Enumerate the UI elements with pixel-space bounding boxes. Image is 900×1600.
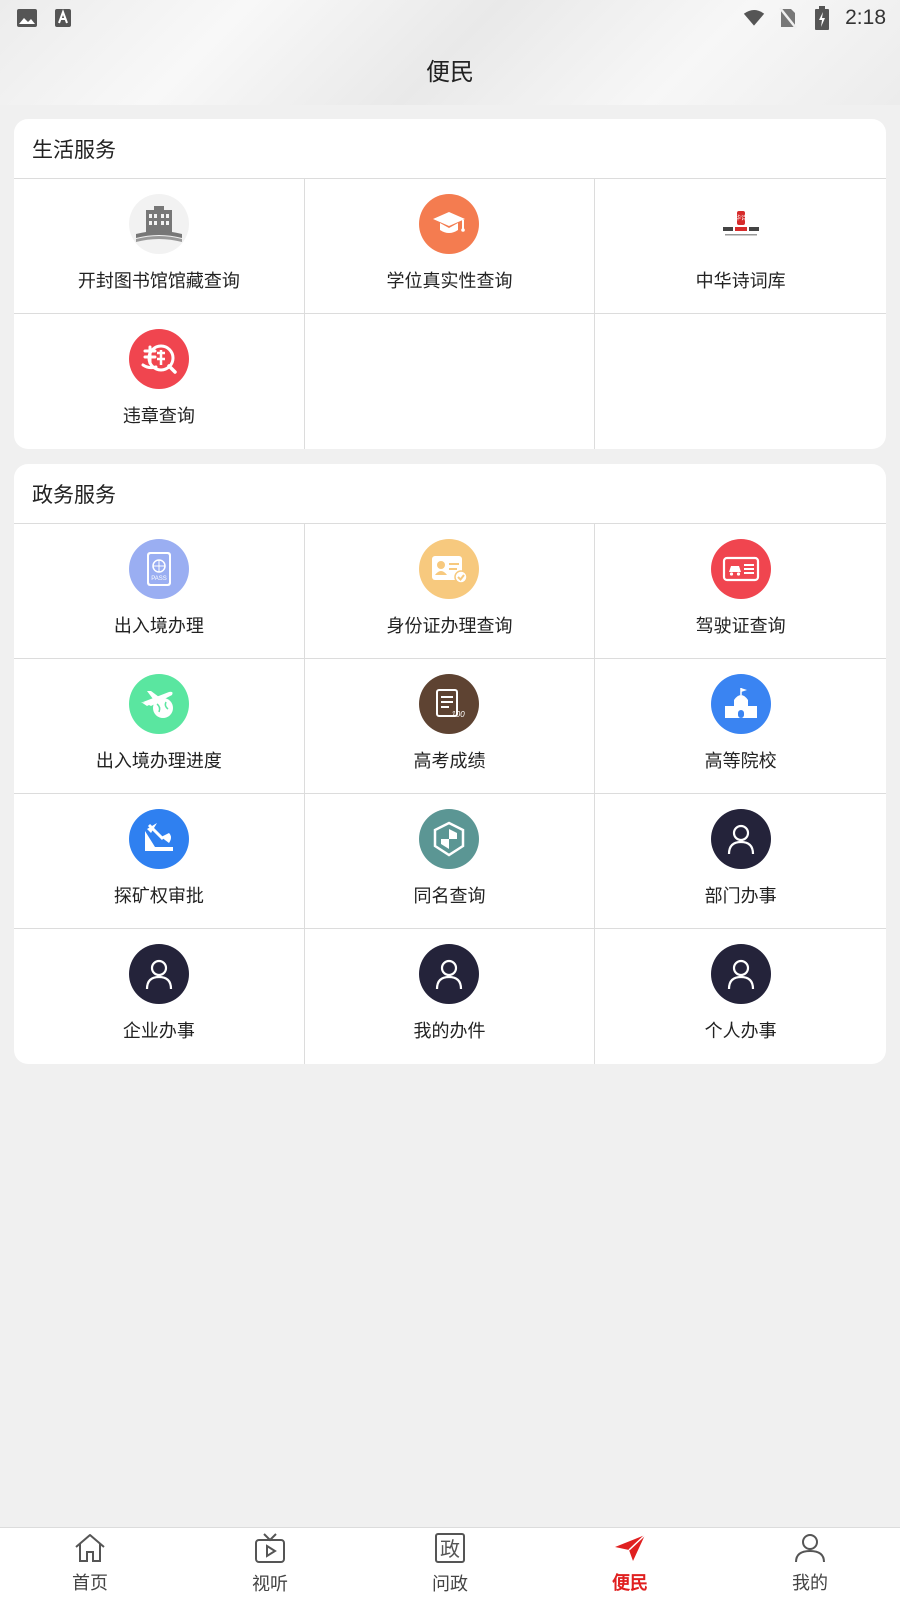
service-department-affairs[interactable]: 部门办事 bbox=[595, 794, 886, 929]
user-icon bbox=[794, 1533, 826, 1567]
service-label: 高等院校 bbox=[704, 751, 777, 772]
empty-cell bbox=[305, 314, 596, 449]
wifi-icon bbox=[743, 7, 765, 29]
nav-label: 便民 bbox=[612, 1573, 648, 1594]
service-label: 部门办事 bbox=[704, 886, 777, 907]
school-icon bbox=[710, 674, 771, 734]
home-icon bbox=[73, 1533, 107, 1567]
status-bar: 2:18 bbox=[0, 0, 900, 36]
service-label: 同名查询 bbox=[413, 886, 486, 907]
service-gaokao-score[interactable]: 100 高考成绩 bbox=[304, 659, 596, 794]
shield-icon bbox=[419, 809, 480, 869]
service-label: 学位真实性查询 bbox=[386, 271, 513, 292]
service-my-cases[interactable]: 我的办件 bbox=[305, 929, 596, 1064]
nav-mine[interactable]: 我的 bbox=[720, 1528, 900, 1600]
service-degree-verification[interactable]: 学位真实性查询 bbox=[304, 179, 596, 314]
section-title: 生活服务 bbox=[14, 119, 886, 179]
nav-label: 问政 bbox=[432, 1574, 468, 1595]
passport-text: PASS bbox=[151, 576, 167, 582]
service-label: 企业办事 bbox=[122, 1021, 195, 1042]
service-same-name-query[interactable]: 同名查询 bbox=[304, 794, 596, 929]
section-title: 政务服务 bbox=[14, 464, 886, 524]
status-time: 2:18 bbox=[845, 6, 886, 29]
person-icon bbox=[128, 944, 189, 1004]
nav-label: 我的 bbox=[792, 1573, 828, 1594]
poetry-logo-icon: 中华诗词 bbox=[710, 194, 771, 254]
header: 2:18 便民 bbox=[0, 0, 900, 105]
airplane-icon bbox=[128, 674, 189, 734]
battery-charging-icon bbox=[811, 6, 833, 30]
score-text: 100 bbox=[452, 710, 466, 719]
id-card-icon bbox=[419, 539, 480, 599]
service-label: 探矿权审批 bbox=[113, 886, 204, 907]
nav-label: 首页 bbox=[72, 1573, 108, 1594]
service-violation-query[interactable]: 违章查询 bbox=[14, 314, 305, 449]
person-icon bbox=[419, 944, 480, 1004]
exam-score-icon: 100 bbox=[419, 674, 480, 734]
service-library-query[interactable]: 开封图书馆馆藏查询 bbox=[14, 179, 305, 314]
politics-icon: 政 bbox=[434, 1532, 466, 1568]
service-enterprise-affairs[interactable]: 企业办事 bbox=[14, 929, 305, 1064]
service-universities[interactable]: 高等院校 bbox=[595, 659, 886, 794]
violation-search-icon bbox=[128, 329, 189, 389]
service-exit-entry-progress[interactable]: 出入境办理进度 bbox=[14, 659, 305, 794]
service-label: 身份证办理查询 bbox=[386, 616, 513, 637]
mining-icon bbox=[128, 809, 189, 869]
image-icon bbox=[16, 7, 38, 29]
service-poetry-library[interactable]: 中华诗词 中华诗词库 bbox=[595, 179, 886, 314]
library-icon bbox=[128, 194, 189, 254]
nav-home[interactable]: 首页 bbox=[0, 1528, 180, 1600]
tv-icon bbox=[254, 1532, 286, 1568]
service-label: 出入境办理进度 bbox=[95, 751, 222, 772]
service-label: 违章查询 bbox=[122, 406, 195, 427]
person-icon bbox=[710, 809, 771, 869]
service-label: 中华诗词库 bbox=[695, 271, 786, 292]
empty-cell bbox=[595, 314, 886, 449]
logo-text: 中华诗词 bbox=[729, 214, 753, 222]
nav-convenience[interactable]: 便民 bbox=[540, 1528, 720, 1600]
person-icon bbox=[710, 944, 771, 1004]
paper-plane-icon bbox=[613, 1533, 647, 1567]
no-sim-icon bbox=[777, 7, 799, 29]
service-label: 开封图书馆馆藏查询 bbox=[77, 271, 240, 292]
graduation-cap-icon bbox=[419, 194, 480, 254]
government-services-card: 政务服务 PASS 出入境办理 身份证办理查询 驾驶证查询 出入境办理进度 10… bbox=[14, 464, 886, 1064]
service-label: 高考成绩 bbox=[413, 751, 486, 772]
page-title: 便民 bbox=[426, 58, 474, 86]
service-mining-approval[interactable]: 探矿权审批 bbox=[14, 794, 305, 929]
service-id-card[interactable]: 身份证办理查询 bbox=[304, 524, 596, 659]
passport-icon: PASS bbox=[128, 539, 189, 599]
service-label: 个人办事 bbox=[704, 1021, 777, 1042]
politics-icon-text: 政 bbox=[440, 1537, 460, 1561]
service-driver-license[interactable]: 驾驶证查询 bbox=[595, 524, 886, 659]
text-a-icon bbox=[52, 7, 74, 29]
service-exit-entry[interactable]: PASS 出入境办理 bbox=[14, 524, 305, 659]
service-label: 我的办件 bbox=[413, 1021, 486, 1042]
nav-label: 视听 bbox=[252, 1574, 288, 1595]
driver-license-icon bbox=[710, 539, 771, 599]
service-label: 驾驶证查询 bbox=[695, 616, 786, 637]
service-label: 出入境办理 bbox=[113, 616, 204, 637]
bottom-nav: 首页 视听 政 问政 便民 我的 bbox=[0, 1527, 900, 1600]
service-personal-affairs[interactable]: 个人办事 bbox=[595, 929, 886, 1064]
nav-media[interactable]: 视听 bbox=[180, 1528, 360, 1600]
nav-politics[interactable]: 政 问政 bbox=[360, 1528, 540, 1600]
life-services-card: 生活服务 开封图书馆馆藏查询 学位真实性查询 中华诗词 中华诗词库 违章查询 bbox=[14, 119, 886, 449]
